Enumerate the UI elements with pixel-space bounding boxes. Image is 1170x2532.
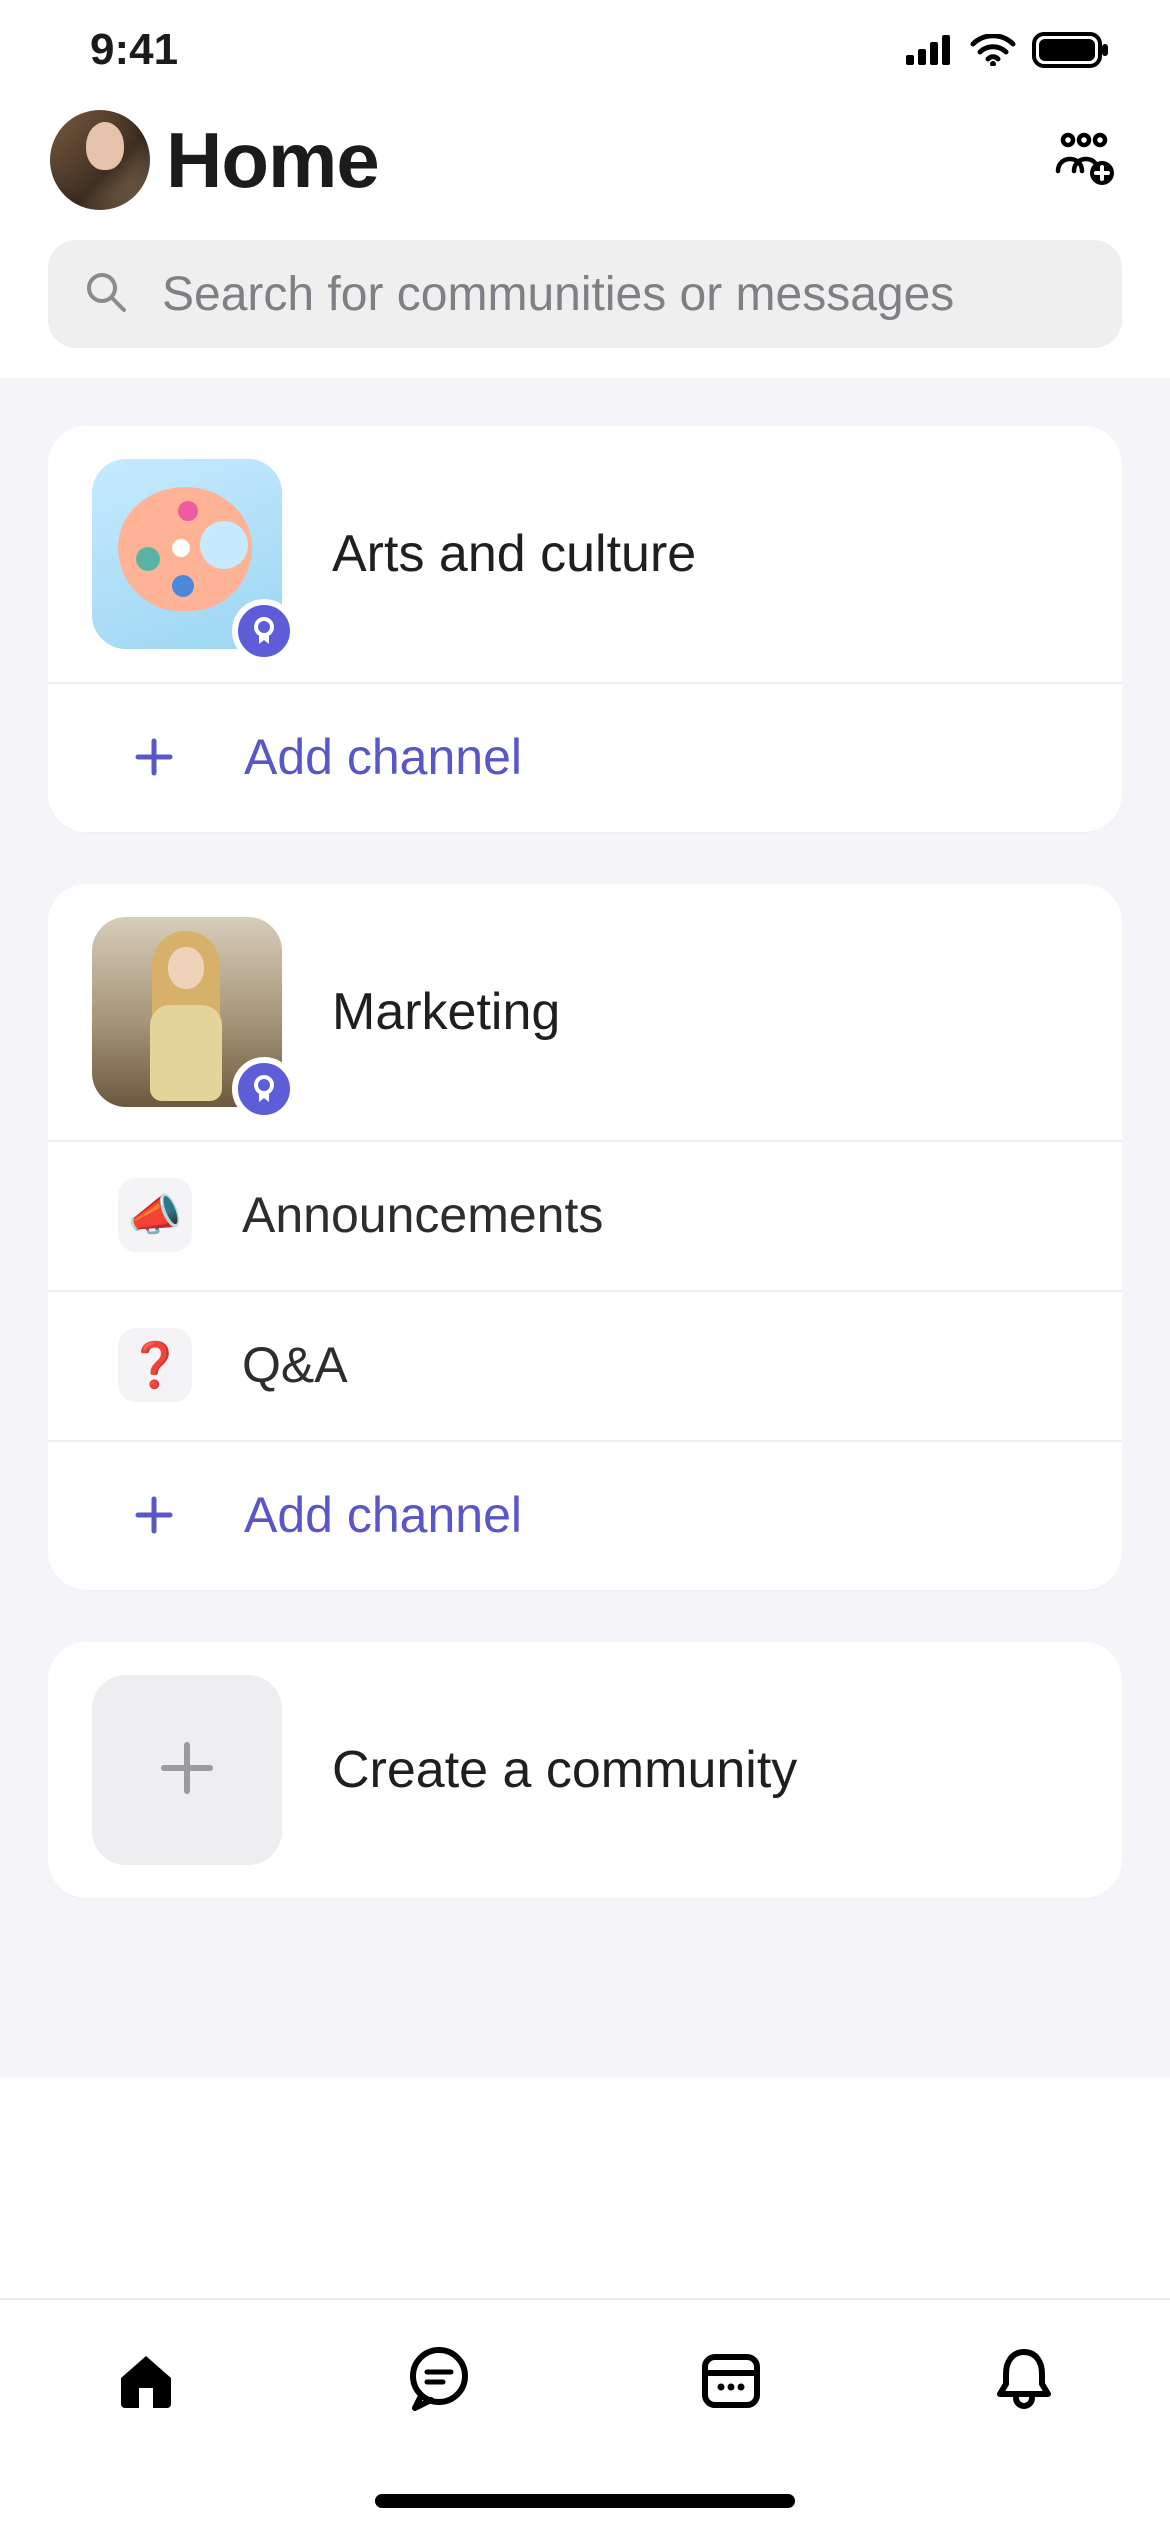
plus-icon <box>128 731 180 783</box>
content-scroll[interactable]: Arts and culture Add channel Marketing 📣… <box>0 378 1170 2078</box>
palette-icon <box>118 487 252 611</box>
community-card-marketing: Marketing 📣 Announcements ❓ Q&A Add chan… <box>48 884 1122 1590</box>
search-input[interactable] <box>162 267 1086 322</box>
create-community-tile <box>92 1675 282 1865</box>
calendar-icon <box>699 2347 763 2414</box>
community-tile-arts <box>92 459 282 649</box>
wifi-icon <box>970 34 1016 66</box>
tab-calendar[interactable] <box>671 2340 791 2420</box>
community-badge-icon <box>232 599 296 663</box>
battery-icon <box>1032 32 1110 68</box>
add-channel-arts[interactable]: Add channel <box>48 682 1122 832</box>
create-community-label: Create a community <box>332 1740 797 1800</box>
tab-activity[interactable] <box>964 2340 1084 2420</box>
search-bar[interactable] <box>48 240 1122 348</box>
header: Home <box>0 100 1170 240</box>
home-icon <box>113 2348 179 2413</box>
create-community-row[interactable]: Create a community <box>48 1642 1122 1898</box>
add-channel-label: Add channel <box>244 728 522 786</box>
question-icon: ❓ <box>118 1328 192 1402</box>
channel-qa[interactable]: ❓ Q&A <box>48 1290 1122 1440</box>
cellular-icon <box>906 35 954 65</box>
chat-icon <box>405 2346 473 2415</box>
create-community-icon-button[interactable] <box>1050 125 1120 195</box>
community-name: Marketing <box>332 982 560 1042</box>
page-title: Home <box>166 121 1034 199</box>
community-badge-icon <box>232 1057 296 1121</box>
community-card-arts: Arts and culture Add channel <box>48 426 1122 832</box>
plus-icon <box>152 1733 222 1808</box>
status-time: 9:41 <box>90 25 178 75</box>
avatar[interactable] <box>50 110 150 210</box>
megaphone-icon: 📣 <box>118 1178 192 1252</box>
tab-home[interactable] <box>86 2340 206 2420</box>
bell-icon <box>994 2346 1054 2415</box>
channel-announcements[interactable]: 📣 Announcements <box>48 1140 1122 1290</box>
channel-label: Announcements <box>242 1186 603 1244</box>
home-indicator <box>375 2494 795 2508</box>
search-icon <box>84 270 128 319</box>
search-container <box>0 240 1170 378</box>
create-community-card[interactable]: Create a community <box>48 1642 1122 1898</box>
status-right <box>906 32 1110 68</box>
channel-label: Q&A <box>242 1336 348 1394</box>
people-plus-icon <box>1054 131 1116 190</box>
add-channel-label: Add channel <box>244 1486 522 1544</box>
tab-chat[interactable] <box>379 2340 499 2420</box>
plus-icon <box>128 1489 180 1541</box>
add-channel-marketing[interactable]: Add channel <box>48 1440 1122 1590</box>
community-header-marketing[interactable]: Marketing <box>48 884 1122 1140</box>
community-header-arts[interactable]: Arts and culture <box>48 426 1122 682</box>
tab-bar <box>0 2298 1170 2532</box>
community-name: Arts and culture <box>332 524 696 584</box>
community-tile-marketing <box>92 917 282 1107</box>
status-bar: 9:41 <box>0 0 1170 100</box>
